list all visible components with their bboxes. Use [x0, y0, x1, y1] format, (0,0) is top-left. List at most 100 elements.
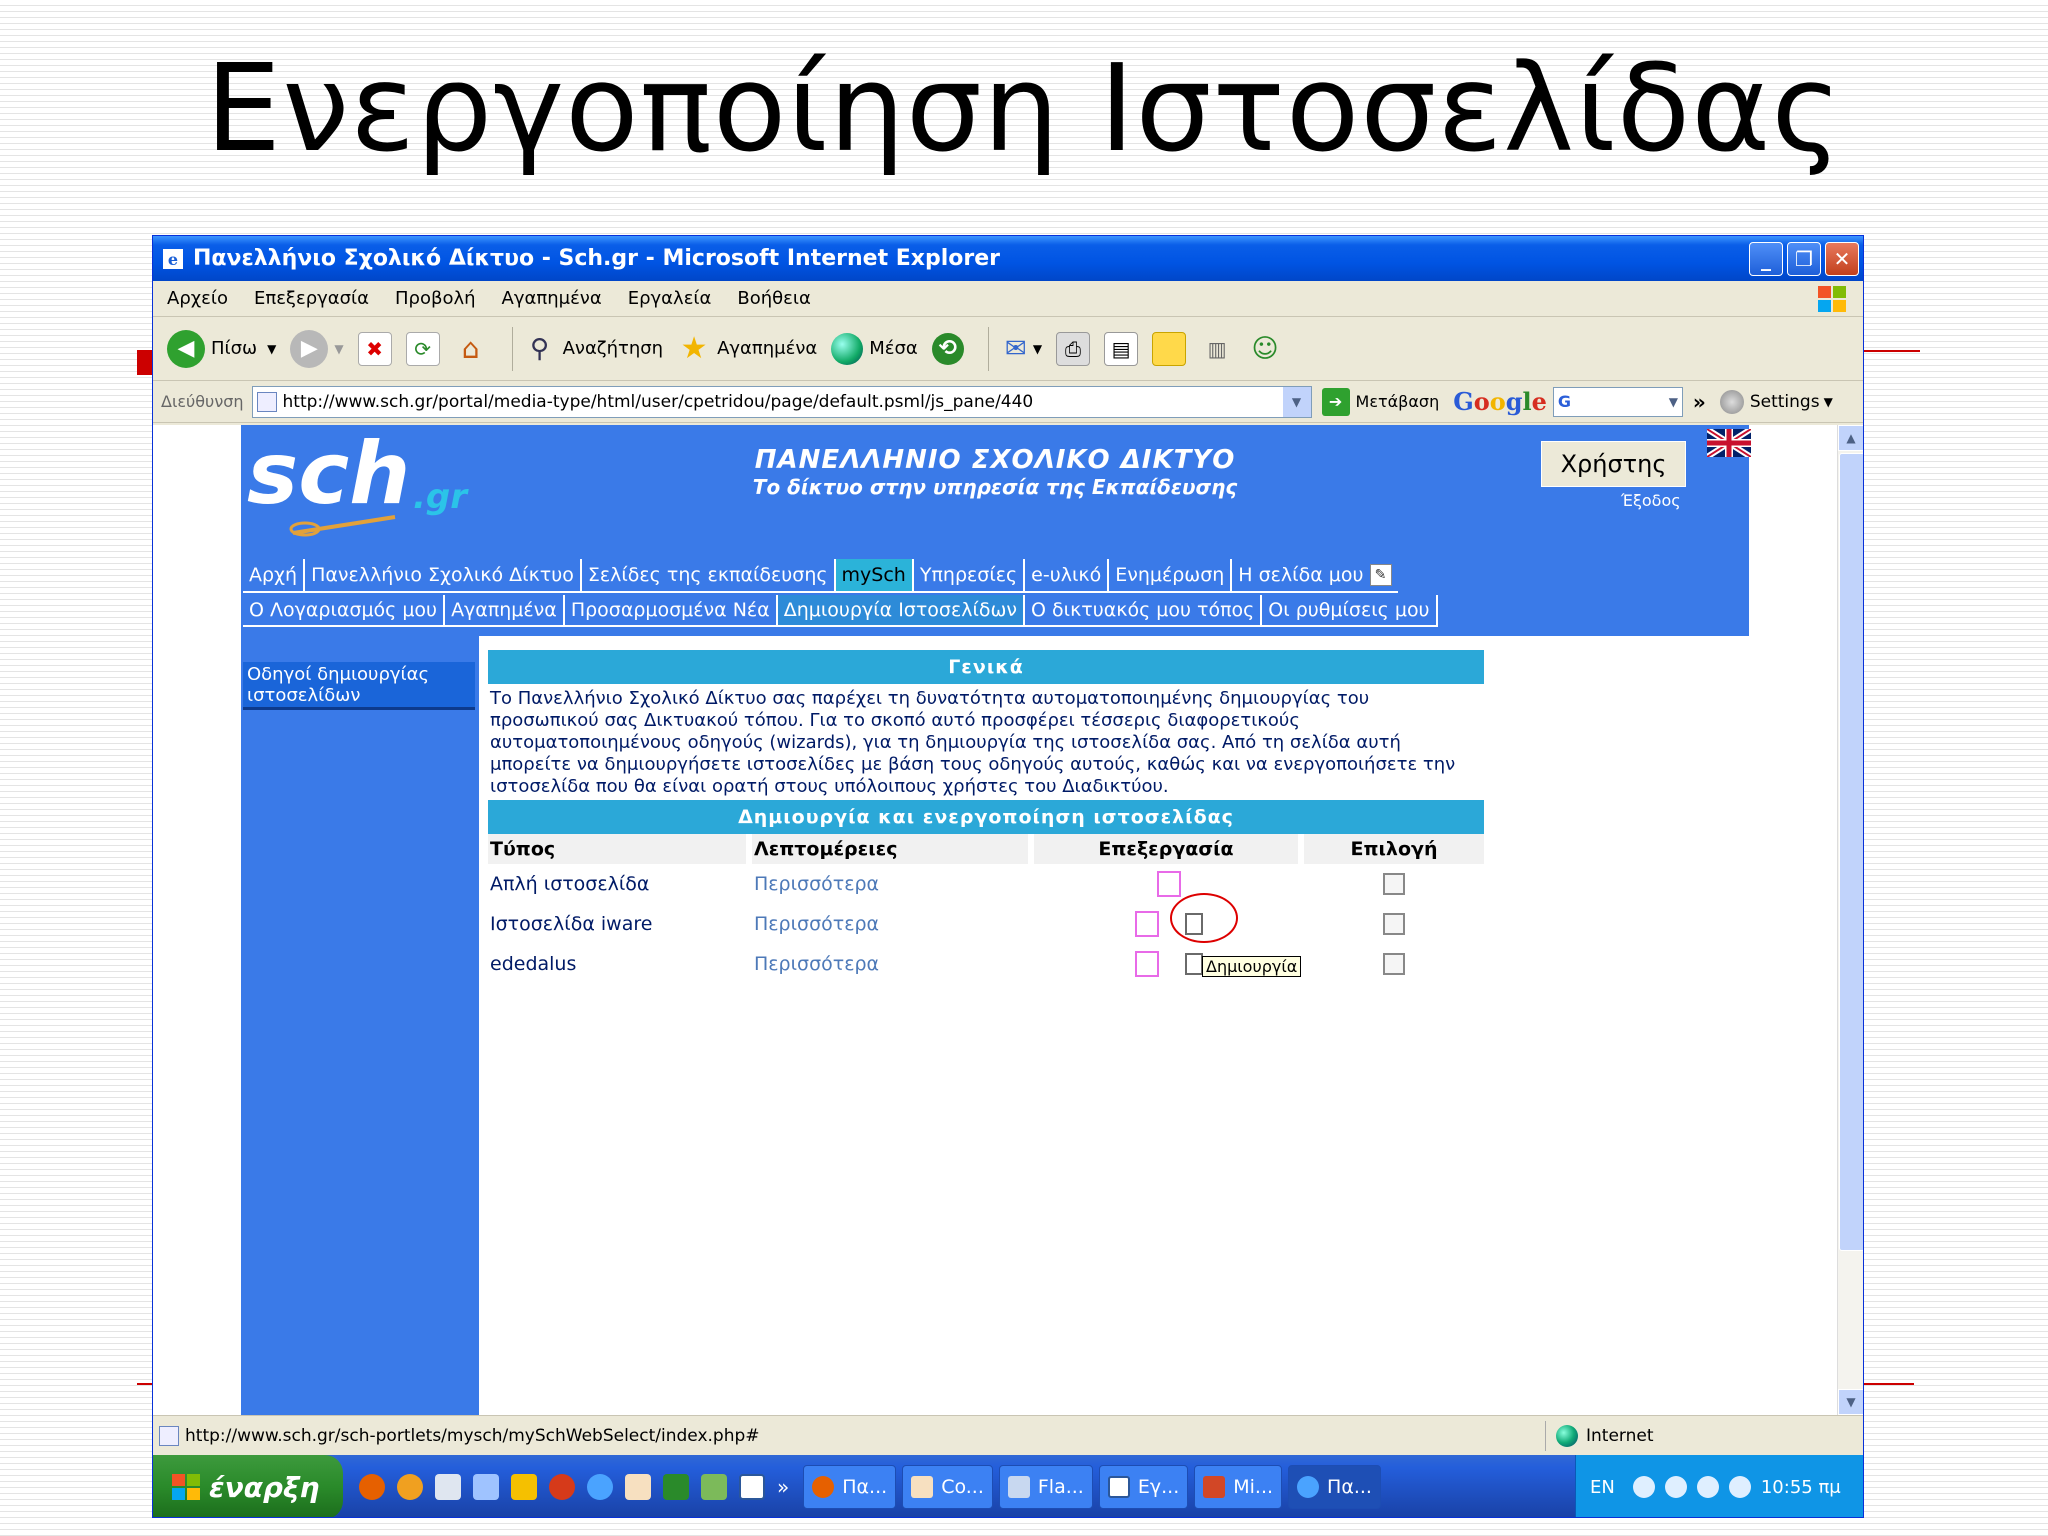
- edit-page-icon[interactable]: [1134, 951, 1159, 977]
- subnav-custom-news[interactable]: Προσαρμοσμένα Νέα: [564, 595, 778, 627]
- app-icon[interactable]: [549, 1474, 575, 1500]
- create-page-icon[interactable]: [1185, 953, 1204, 975]
- menu-tools[interactable]: Εργαλεία: [628, 288, 712, 309]
- edit-page-button[interactable]: ▤: [1104, 331, 1139, 366]
- addressbar: Διεύθυνση http://www.sch.gr/portal/media…: [153, 381, 1863, 423]
- edit-page-icon[interactable]: [1134, 911, 1159, 937]
- back-dropdown-icon[interactable]: ▼: [267, 342, 276, 356]
- status-url: http://www.sch.gr/sch-portlets/mysch/myS…: [185, 1425, 760, 1446]
- taskbar-button-active[interactable]: Πα...: [1288, 1465, 1381, 1509]
- stop-button[interactable]: ✖: [357, 331, 392, 366]
- details-link[interactable]: Περισσότερα: [752, 864, 1034, 904]
- start-label: έναρξη: [209, 1470, 320, 1504]
- details-link[interactable]: Περισσότερα: [752, 904, 1034, 944]
- word-icon[interactable]: [739, 1474, 765, 1500]
- media-button[interactable]: Μέσα: [831, 332, 918, 365]
- search-button[interactable]: ⚲ Αναζήτηση: [523, 332, 663, 366]
- mail-button[interactable]: ✉ ▼: [999, 332, 1042, 366]
- svg-text:e: e: [168, 250, 178, 269]
- row-type: ededalus: [490, 953, 577, 975]
- refresh-button[interactable]: ⟳: [405, 331, 440, 366]
- history-button[interactable]: ⟲: [931, 332, 964, 365]
- scroll-down-icon[interactable]: ▼: [1838, 1389, 1863, 1415]
- taskbar-button[interactable]: Εγ...: [1098, 1465, 1189, 1509]
- sidebar-item-wizards[interactable]: Οδηγοί δημιουργίας ιστοσελίδων: [243, 662, 475, 710]
- print-button[interactable]: ⎙: [1056, 331, 1091, 366]
- app-icon[interactable]: [701, 1474, 727, 1500]
- media-player-icon[interactable]: [397, 1474, 423, 1500]
- select-checkbox[interactable]: [1383, 913, 1405, 936]
- subnav-create-webpages[interactable]: Δημιουργία Ιστοσελίδων: [777, 595, 1026, 627]
- vertical-scrollbar[interactable]: ▲ ▼: [1837, 425, 1863, 1415]
- network-icon[interactable]: [1664, 1476, 1687, 1498]
- clock-app-icon[interactable]: [511, 1474, 537, 1500]
- nav-home[interactable]: Αρχή: [243, 559, 306, 593]
- toolbar-chevron[interactable]: »: [1693, 390, 1706, 414]
- messenger-button[interactable]: ☺: [1248, 332, 1282, 366]
- minimize-button[interactable]: _: [1749, 241, 1783, 276]
- scroll-thumb[interactable]: [1839, 453, 1863, 1251]
- highlight-circle: [1170, 893, 1238, 943]
- home-button[interactable]: ⌂: [454, 332, 488, 366]
- taskbar-button[interactable]: Co...: [902, 1465, 993, 1509]
- nav-education-pages[interactable]: Σελίδες της εκπαίδευσης: [581, 559, 836, 593]
- app-icon[interactable]: [663, 1474, 689, 1500]
- back-button[interactable]: ◀ Πίσω ▼: [167, 329, 276, 368]
- forward-button[interactable]: ▶ ▼: [290, 329, 344, 368]
- nav-e-material[interactable]: e-υλικό: [1025, 559, 1110, 593]
- subnav-my-account[interactable]: Ο Λογαριασμός μου: [243, 595, 446, 627]
- start-button[interactable]: έναρξη: [153, 1455, 343, 1517]
- menu-file[interactable]: Αρχείο: [167, 288, 228, 309]
- details-link[interactable]: Περισσότερα: [752, 944, 1034, 984]
- quicklaunch-chevron[interactable]: »: [777, 1475, 789, 1499]
- tray-expand-icon[interactable]: [1632, 1476, 1655, 1498]
- address-dropdown-icon[interactable]: ▼: [1282, 386, 1311, 417]
- close-button[interactable]: ✕: [1825, 241, 1859, 276]
- settings-button[interactable]: Settings ▼: [1719, 389, 1833, 414]
- nav-school-network[interactable]: Πανελλήνιο Σχολικό Δίκτυο: [305, 559, 582, 593]
- select-cell: [1304, 904, 1484, 944]
- forward-dropdown-icon[interactable]: ▼: [334, 342, 343, 356]
- taskbar-button[interactable]: Πα...: [803, 1465, 897, 1509]
- uk-flag-icon[interactable]: [1707, 429, 1751, 457]
- maximize-button[interactable]: ❐: [1787, 241, 1821, 276]
- menu-edit[interactable]: Επεξεργασία: [254, 288, 369, 309]
- firefox-icon[interactable]: [359, 1474, 385, 1500]
- taskbar-button[interactable]: Fla...: [998, 1465, 1093, 1509]
- address-input[interactable]: http://www.sch.gr/portal/media-type/html…: [251, 385, 1312, 418]
- site-header: sch .gr ΠΑΝΕΛΛΗΝΙΟ ΣΧΟΛΙΚΟ ΔΙΚΤΥΟ Το δίκ…: [241, 425, 1751, 636]
- app-icon[interactable]: [435, 1474, 461, 1500]
- menu-view[interactable]: Προβολή: [395, 288, 476, 309]
- research-button[interactable]: ▥: [1200, 332, 1234, 366]
- nav-my-page[interactable]: Η σελίδα μου ✎: [1232, 559, 1398, 593]
- favorites-button[interactable]: ★ Αγαπημένα: [677, 331, 818, 366]
- nav-news[interactable]: Ενημέρωση: [1109, 559, 1233, 593]
- ie-quicklaunch-icon[interactable]: [587, 1474, 613, 1500]
- menu-favorites[interactable]: Αγαπημένα: [502, 288, 602, 309]
- firefox-icon: [812, 1476, 835, 1498]
- volume-icon[interactable]: [1696, 1476, 1719, 1498]
- scroll-up-icon[interactable]: ▲: [1838, 425, 1863, 451]
- app-icon[interactable]: [625, 1474, 651, 1500]
- user-button[interactable]: Χρήστης: [1541, 441, 1686, 487]
- window-titlebar[interactable]: e Πανελλήνιο Σχολικό Δίκτυο - Sch.gr - M…: [153, 236, 1863, 281]
- app-icon[interactable]: [473, 1474, 499, 1500]
- menu-help[interactable]: Βοήθεια: [737, 288, 810, 309]
- nav-services[interactable]: Υπηρεσίες: [913, 559, 1026, 593]
- google-search-select[interactable]: G ▼: [1552, 386, 1683, 417]
- select-checkbox[interactable]: [1383, 873, 1405, 896]
- select-checkbox[interactable]: [1383, 953, 1405, 976]
- edit-page-icon[interactable]: [1157, 871, 1181, 897]
- go-button[interactable]: ➔ Μετάβαση: [1321, 387, 1439, 416]
- logout-link[interactable]: Έξοδος: [1621, 491, 1681, 510]
- subnav-my-website[interactable]: Ο δικτυακός μου τόπος: [1025, 595, 1263, 627]
- pencil-icon[interactable]: ✎: [1369, 564, 1392, 586]
- language-indicator[interactable]: EN: [1590, 1477, 1615, 1498]
- google-select-dropdown-icon: ▼: [1668, 394, 1678, 409]
- subnav-favorites[interactable]: Αγαπημένα: [445, 595, 565, 627]
- messenger-tray-icon[interactable]: [1728, 1476, 1751, 1498]
- discuss-button[interactable]: [1152, 331, 1187, 366]
- nav-mysch[interactable]: mySch: [835, 559, 914, 593]
- subnav-my-settings[interactable]: Οι ρυθμίσεις μου: [1262, 595, 1438, 627]
- taskbar-button[interactable]: Mi...: [1194, 1465, 1283, 1509]
